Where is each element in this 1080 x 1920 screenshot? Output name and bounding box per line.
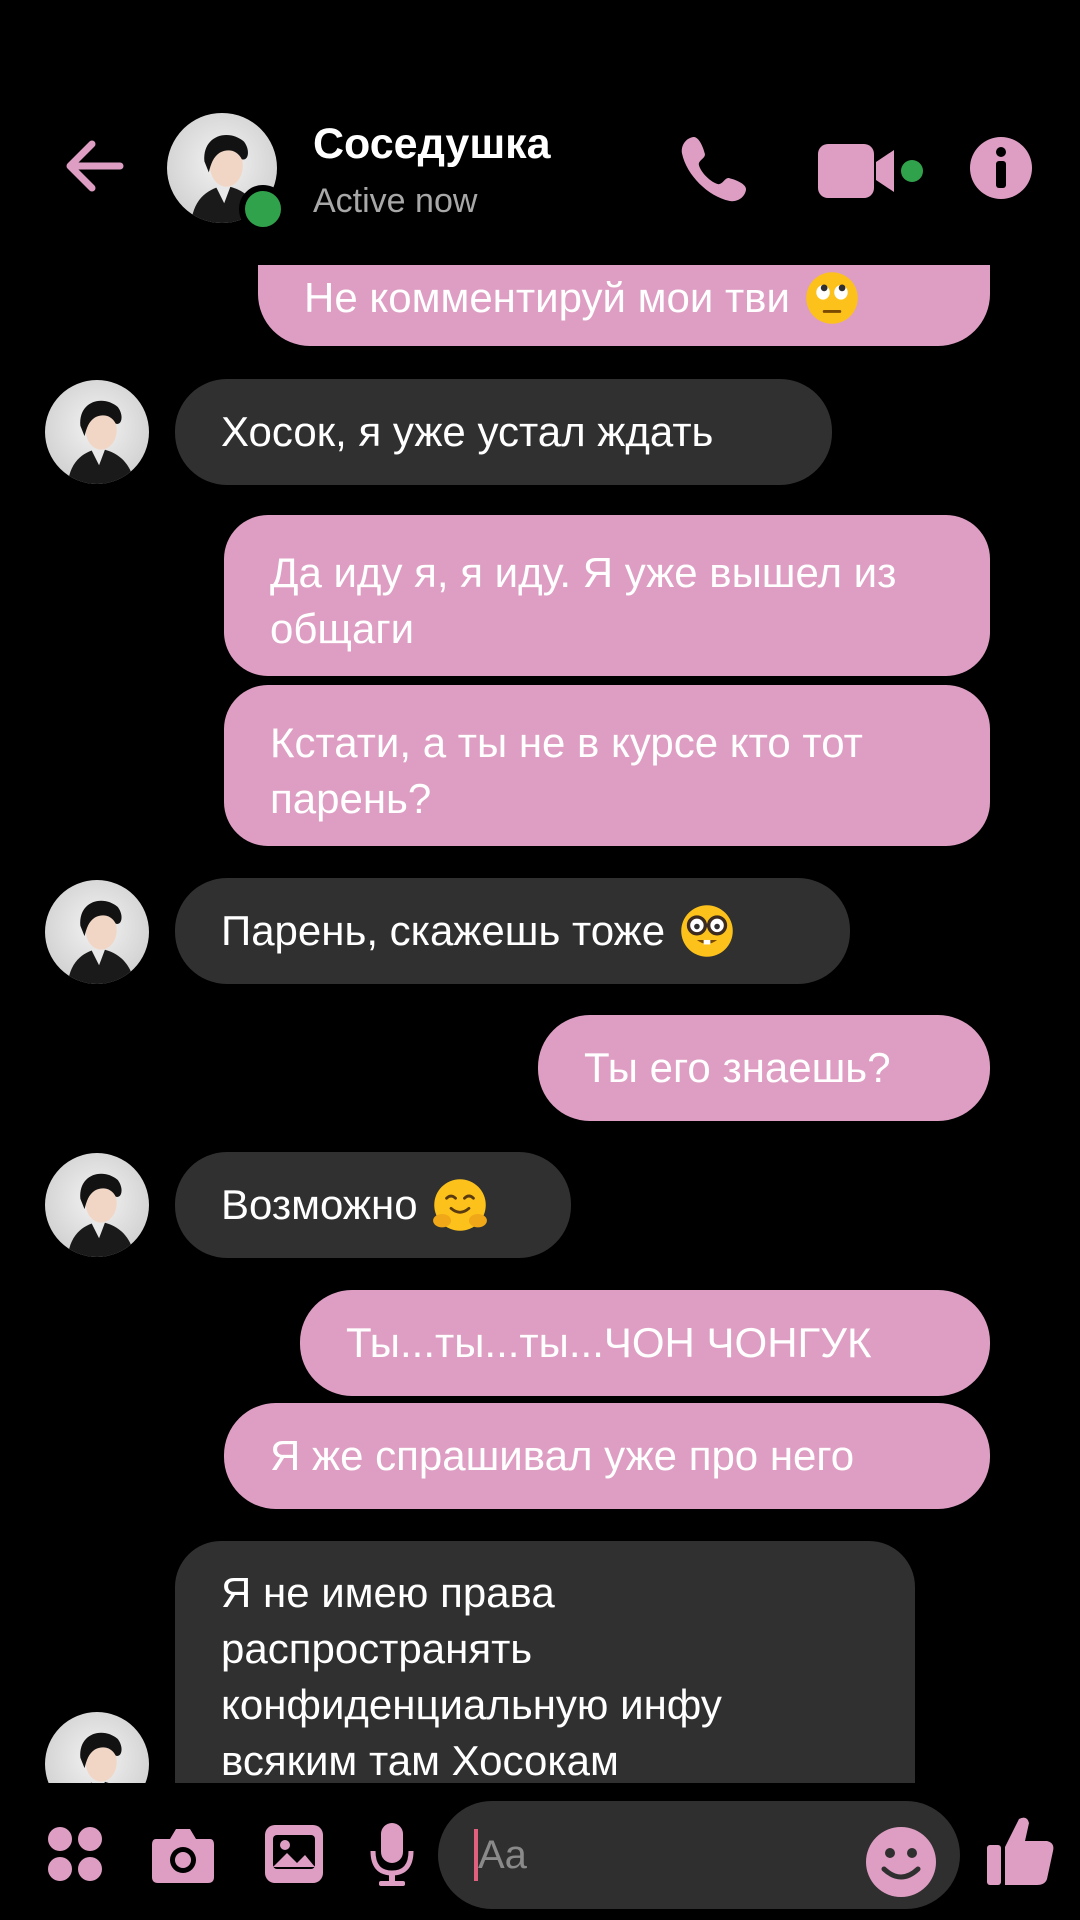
message-bubble-outgoing[interactable]: Ты его знаешь? (538, 1015, 990, 1121)
contact-avatar[interactable] (167, 113, 287, 233)
message-list[interactable]: Не комментируй мои тви Хосок, я уже уста… (0, 265, 1080, 1783)
apps-menu-icon[interactable] (46, 1825, 104, 1883)
message-bubble-outgoing[interactable]: Не комментируй мои тви (258, 265, 990, 346)
message-bubble-outgoing[interactable]: Ты...ты...ты...ЧОН ЧОНГУК (300, 1290, 990, 1396)
message-text: Ты его знаешь? (584, 1044, 891, 1091)
message-bubble-incoming[interactable]: Возможно (175, 1152, 571, 1258)
contact-avatar-small[interactable] (45, 1153, 149, 1257)
chat-header: Соседушка Active now (0, 0, 1080, 265)
thumbs-up-icon[interactable] (985, 1813, 1055, 1889)
message-bubble-incoming[interactable]: Хосок, я уже устал ждать (175, 379, 832, 485)
message-text: Хосок, я уже устал ждать (221, 408, 714, 455)
phone-icon (681, 136, 747, 202)
call-button[interactable] (676, 131, 752, 207)
nerd-face-icon (681, 905, 733, 957)
microphone-icon[interactable] (367, 1821, 417, 1887)
info-button[interactable] (968, 135, 1034, 201)
messenger-screen: Соседушка Active now Не комментируй мои … (0, 0, 1080, 1920)
active-status-dot (239, 185, 287, 233)
video-call-button[interactable] (816, 140, 926, 202)
contact-name[interactable]: Соседушка (313, 120, 551, 169)
emoji-icon[interactable] (864, 1825, 938, 1899)
message-bubble-incoming[interactable]: Я не имею права распространять конфиденц… (175, 1541, 915, 1783)
contact-avatar-small[interactable] (45, 880, 149, 984)
message-text: Не комментируй мои тви (304, 274, 790, 321)
message-text: Возможно (221, 1181, 418, 1228)
video-camera-icon (818, 144, 923, 198)
face-with-rolling-eyes-icon (806, 272, 858, 324)
hugging-face-icon (432, 1179, 487, 1231)
message-text: Я не имею права распространять конфиденц… (221, 1569, 722, 1783)
camera-icon[interactable] (150, 1825, 216, 1885)
message-bubble-incoming[interactable]: Парень, скажешь тоже (175, 878, 850, 984)
message-text: Парень, скажешь тоже (221, 907, 666, 954)
message-text: Да иду я, я иду. Я уже вышел из общаги (270, 549, 897, 652)
message-input-placeholder: Aa (478, 1833, 527, 1877)
message-bubble-outgoing[interactable]: Кстати, а ты не в курсе кто тот парень? (224, 685, 990, 846)
back-button[interactable] (58, 130, 130, 202)
message-bubble-outgoing[interactable]: Я же спрашивал уже про него (224, 1403, 990, 1509)
message-text: Я же спрашивал уже про него (270, 1432, 855, 1479)
contact-avatar-small[interactable] (45, 380, 149, 484)
composer-bar: Aa (0, 1783, 1080, 1920)
gallery-icon[interactable] (263, 1823, 325, 1885)
contact-avatar-small[interactable] (45, 1712, 149, 1783)
message-text: Кстати, а ты не в курсе кто тот парень? (270, 719, 863, 822)
message-input[interactable]: Aa (438, 1801, 960, 1909)
message-text: Ты...ты...ты...ЧОН ЧОНГУК (346, 1319, 872, 1366)
info-icon (970, 137, 1032, 199)
contact-status: Active now (313, 182, 478, 220)
message-bubble-outgoing[interactable]: Да иду я, я иду. Я уже вышел из общаги (224, 515, 990, 676)
arrow-left-icon (66, 140, 124, 192)
